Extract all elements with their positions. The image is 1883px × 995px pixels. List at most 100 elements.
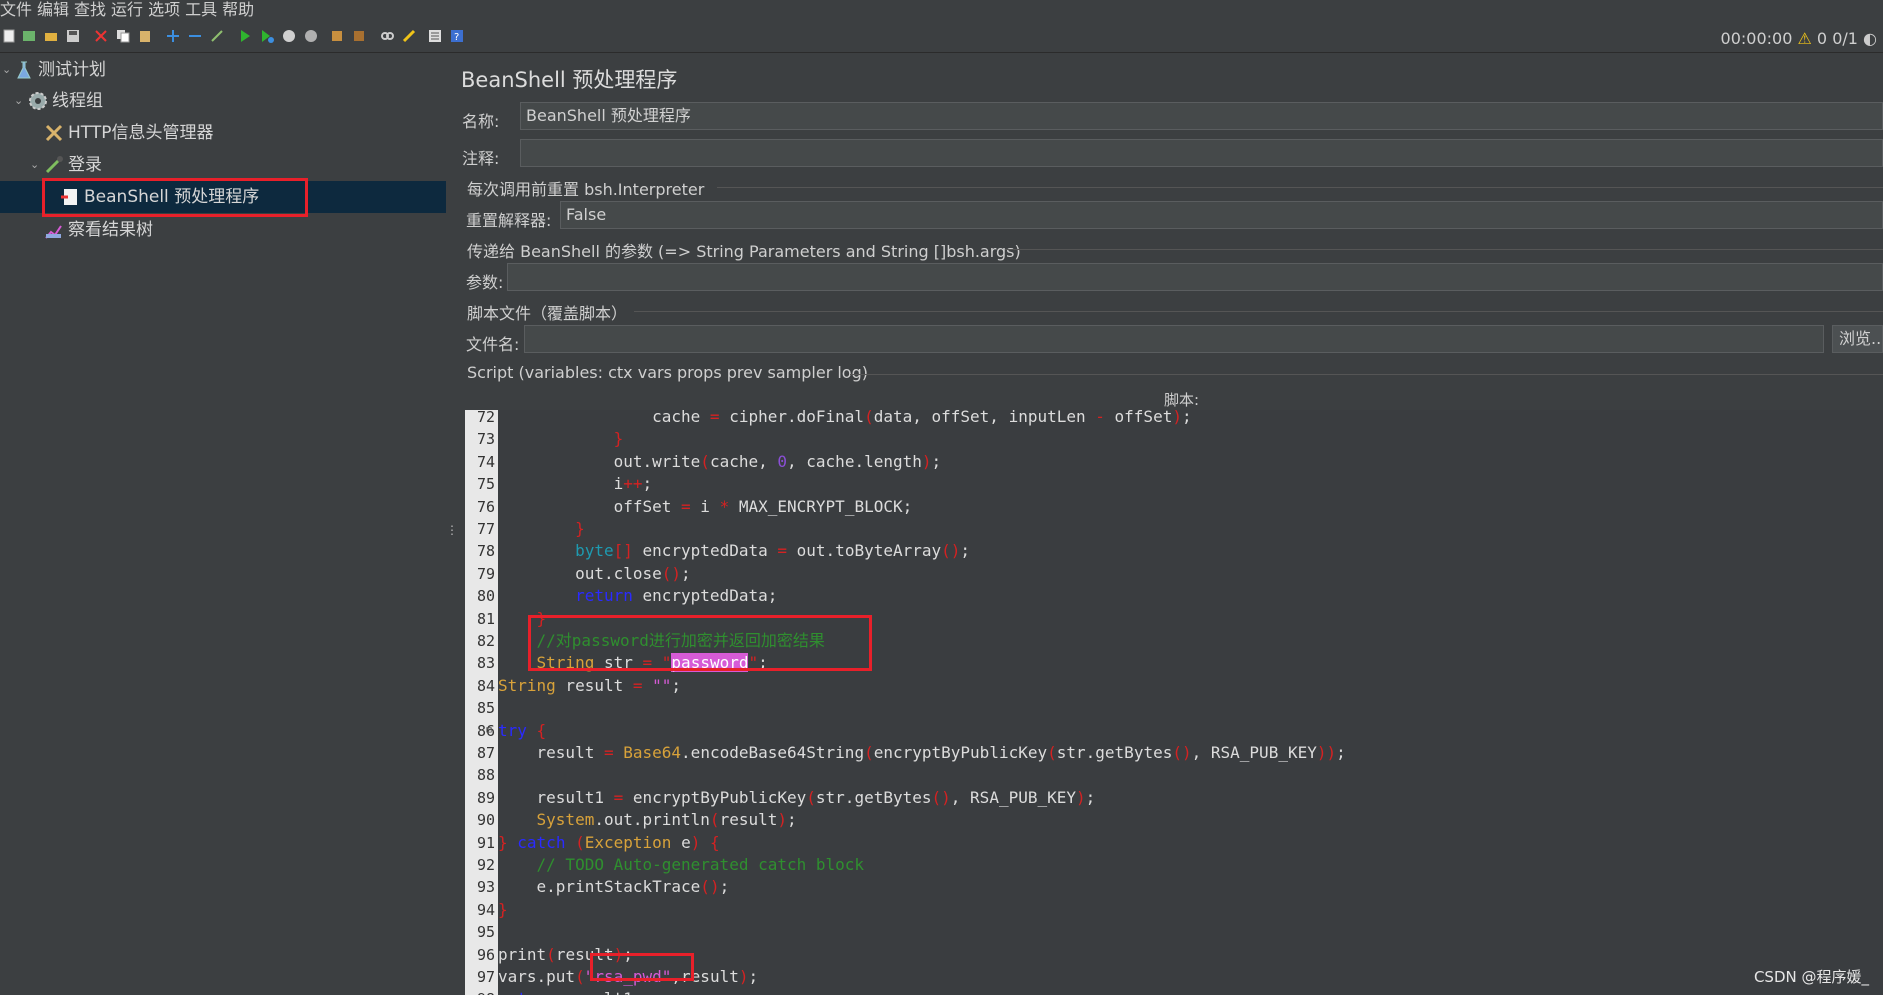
- filename-label: 文件名:: [466, 335, 520, 354]
- line-number: 85: [476, 699, 495, 718]
- code-line: return encryptedData;: [575, 586, 778, 606]
- line-number: 82: [476, 632, 495, 650]
- help-icon[interactable]: ?: [450, 29, 464, 43]
- run-status: 00:00:00 ⚠ 0 0/1 ◐: [1721, 29, 1877, 48]
- function-helper-icon[interactable]: [428, 29, 442, 43]
- line-number: 90: [476, 811, 495, 830]
- menu-item[interactable]: 查找: [74, 1, 111, 18]
- line-number: 93: [476, 878, 495, 897]
- line-number: 73: [476, 430, 495, 449]
- stop-icon[interactable]: [282, 29, 296, 43]
- collapse-arrow-icon[interactable]: ⌄: [14, 86, 23, 116]
- svg-text:?: ?: [454, 32, 459, 43]
- warning-count: 0: [1816, 29, 1828, 48]
- line-number: 97: [476, 968, 495, 986]
- menu-item[interactable]: 工具: [185, 1, 222, 18]
- menu-item[interactable]: 运行: [111, 1, 148, 18]
- code-line: e.printStackTrace();: [498, 877, 730, 897]
- section-divider: [717, 187, 1883, 188]
- tree-item-label: HTTP信息头管理器: [68, 123, 214, 143]
- code-area[interactable]: cache = cipher.doFinal(data, offSet, inp…: [498, 410, 1883, 995]
- tree-item-test-plan[interactable]: 测试计划: [14, 55, 106, 85]
- code-line: }: [613, 429, 624, 449]
- pipette-icon: [45, 156, 63, 174]
- comment-label: 注释:: [462, 149, 500, 168]
- chart-icon: [45, 225, 62, 239]
- save-icon[interactable]: [66, 29, 80, 43]
- search-icon[interactable]: [380, 29, 394, 43]
- tree-item-label: 线程组: [52, 91, 103, 111]
- shutdown-icon[interactable]: [304, 29, 318, 43]
- clear-icon[interactable]: [330, 29, 344, 43]
- script-editor[interactable]: 72 73 74 75 76 77 78 79 80 81 82 83 84 85 86 87 88 89 90 91…: [465, 410, 1883, 995]
- code-line: byte[] encryptedData = out.toByteArray()…: [575, 541, 971, 561]
- section-divider: [1005, 249, 1883, 250]
- start-no-pause-icon[interactable]: [260, 29, 274, 43]
- code-line: } catch (Exception e) {: [498, 832, 720, 852]
- line-number: 72: [476, 410, 495, 426]
- copy-icon[interactable]: [116, 29, 130, 43]
- line-number: 98: [465, 988, 495, 995]
- menu-item[interactable]: 帮助: [222, 1, 259, 18]
- reset-interpreter-select[interactable]: False: [560, 201, 1883, 229]
- comment-field[interactable]: [520, 139, 1883, 167]
- line-number: 74: [476, 452, 495, 471]
- section-divider: [634, 311, 1883, 312]
- wrench-icon: [45, 124, 63, 142]
- thread-count: 0/1: [1832, 29, 1858, 48]
- open-icon[interactable]: [44, 29, 58, 43]
- line-number: 77: [476, 520, 495, 538]
- code-line: result = Base64.encodeBase64String(encry…: [498, 743, 1346, 762]
- line-number: 95: [476, 923, 495, 942]
- toggle-icon[interactable]: [210, 29, 224, 43]
- code-line: cache = cipher.doFinal(data, offSet, inp…: [498, 410, 1192, 426]
- line-number: 80: [476, 587, 495, 606]
- new-icon[interactable]: [2, 29, 16, 43]
- menu-item[interactable]: 编辑: [37, 1, 74, 18]
- cut-icon[interactable]: [94, 29, 108, 43]
- fold-toggle-icon[interactable]: ⊟: [486, 725, 492, 736]
- code-line: out.close();: [498, 563, 691, 583]
- tree-item-http-header-manager[interactable]: HTTP信息头管理器: [44, 118, 214, 148]
- elapsed-time: 00:00:00: [1720, 29, 1793, 48]
- section-divider: [850, 374, 1883, 375]
- params-section-title: 传递给 BeanShell 的参数 (=> String Parameters …: [467, 242, 1021, 261]
- reset-search-icon[interactable]: [402, 29, 416, 43]
- parameters-label: 参数:: [466, 273, 504, 292]
- name-label: 名称:: [462, 112, 500, 131]
- reset-interpreter-label: 重置解释器:: [466, 211, 552, 230]
- menu-item[interactable]: 文件: [0, 1, 37, 18]
- clear-all-icon[interactable]: [352, 29, 366, 43]
- script-section-title: Script (variables: ctx vars props prev s…: [467, 363, 868, 382]
- tree-item-view-results-tree[interactable]: 察看结果树: [44, 215, 153, 245]
- line-number: 83: [476, 654, 495, 673]
- collapse-arrow-icon[interactable]: ⌄: [30, 150, 39, 180]
- annotation-highlight-box: [528, 615, 872, 671]
- line-number: 92: [476, 856, 495, 874]
- code-line: result1 = encryptByPublicKey(str.getByte…: [498, 787, 1096, 807]
- collapse-arrow-icon[interactable]: ⌄: [2, 55, 11, 85]
- menu-bar: 文件 编辑 查找 运行 选项 工具 帮助: [0, 0, 1883, 18]
- line-number: 78: [476, 542, 495, 561]
- templates-icon[interactable]: [22, 29, 36, 43]
- tree-item-thread-group[interactable]: 线程组: [28, 86, 103, 116]
- paste-icon[interactable]: [138, 29, 152, 43]
- code-line: System.out.println(result);: [536, 810, 797, 830]
- menu-item[interactable]: 选项: [148, 1, 185, 18]
- warning-icon: ⚠: [1797, 29, 1812, 48]
- parameters-field[interactable]: [507, 263, 1883, 291]
- name-field[interactable]: BeanShell 预处理程序: [520, 102, 1883, 130]
- code-line: }: [498, 899, 508, 919]
- code-line: return result1;: [498, 988, 643, 995]
- code-line: // TODO Auto-generated catch block: [536, 855, 865, 874]
- code-line: offSet = i * MAX_ENCRYPT_BLOCK;: [498, 496, 913, 516]
- tree-item-login[interactable]: 登录: [44, 150, 102, 180]
- flask-icon: [17, 61, 31, 79]
- collapse-icon[interactable]: [188, 29, 202, 43]
- expand-icon[interactable]: [166, 29, 180, 43]
- code-line: try {: [498, 720, 547, 740]
- annotation-highlight-box: [42, 178, 308, 217]
- browse-button[interactable]: 浏览...: [1832, 325, 1883, 353]
- filename-field[interactable]: [524, 325, 1824, 353]
- start-icon[interactable]: [238, 29, 252, 43]
